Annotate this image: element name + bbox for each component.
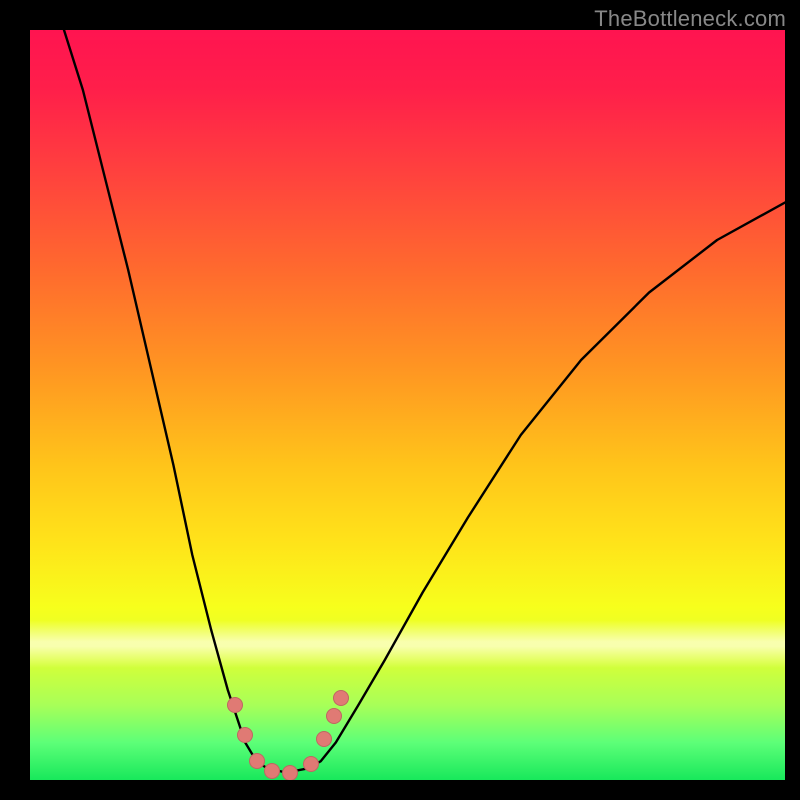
chart-stage: TheBottleneck.com: [0, 0, 800, 800]
curve-marker: [264, 763, 280, 779]
curve-marker: [316, 731, 332, 747]
curve-marker: [237, 727, 253, 743]
curve-marker: [249, 753, 265, 769]
bottleneck-curve: [30, 30, 785, 780]
curve-marker: [326, 708, 342, 724]
watermark-text: TheBottleneck.com: [594, 6, 786, 32]
plot-area: [30, 30, 785, 780]
curve-marker: [227, 697, 243, 713]
curve-marker: [333, 690, 349, 706]
curve-marker: [303, 756, 319, 772]
curve-marker: [282, 765, 298, 781]
